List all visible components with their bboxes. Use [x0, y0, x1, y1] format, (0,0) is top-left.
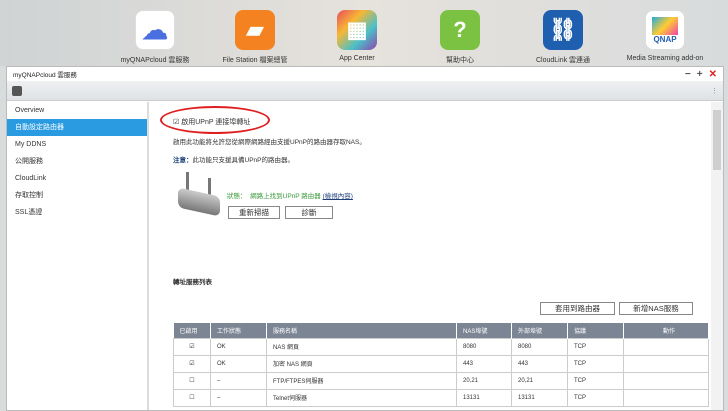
window-titlebar: myQNAPcloud 雲服務 − + ✕	[7, 67, 723, 81]
col-status: 工作狀態	[210, 323, 267, 338]
myqnapcloud-window: myQNAPcloud 雲服務 − + ✕ ⋮ Overview 自動設定路由器 M…	[6, 66, 724, 411]
close-icon[interactable]: ✕	[709, 69, 717, 80]
table-row: ☐ – Telnet伺服器 13131 13131 TCP	[173, 388, 709, 407]
forwarding-table: 已啟用 工作狀態 服務名稱 NAS埠號 外部埠號 協議 動作 ☑ OK NAS 網頁…	[173, 323, 709, 407]
sidebar-toggle-icon[interactable]	[12, 85, 22, 96]
nas-port-cell: 443	[456, 354, 512, 373]
cloud-icon: ☁	[135, 10, 175, 50]
toolbar: ⋮	[7, 81, 723, 101]
app-label: Media Streaming add-on	[626, 55, 704, 62]
app-cloudlink[interactable]: ⛓ CloudLink 雲連通	[513, 10, 613, 65]
nas-port-cell: 8080	[456, 337, 512, 356]
sidebar-item-cloudlink[interactable]: CloudLink	[7, 170, 147, 187]
enabled-checkbox[interactable]: ☐	[173, 388, 211, 407]
ext-port-cell: 8080	[511, 337, 568, 356]
more-icon[interactable]: ⋮	[711, 87, 718, 95]
sidebar-item-overview[interactable]: Overview	[7, 102, 147, 119]
sidebar-item-auto-router[interactable]: 自動設定路由器	[7, 119, 147, 136]
app-label: App Center	[339, 55, 375, 62]
add-nas-service-button[interactable]: 新增NAS服務	[619, 302, 693, 315]
col-protocol: 協議	[567, 323, 624, 338]
protocol-cell: TCP	[567, 371, 624, 390]
status-label: 狀態：	[227, 193, 247, 200]
description: 啟用此功能將允許您從網際網路經由支援UPnP的路由器存取NAS。	[173, 139, 366, 146]
upnp-checkbox[interactable]: ☑ 啟用UPnP 連接埠轉址	[173, 117, 250, 127]
table-header: 已啟用 工作狀態 服務名稱 NAS埠號 外部埠號 協議 動作	[173, 323, 709, 338]
app-help-center[interactable]: ? 幫助中心	[410, 10, 510, 65]
sidebar-item-public-services[interactable]: 公開服務	[7, 153, 147, 170]
protocol-cell: TCP	[567, 388, 624, 407]
sidebar: Overview 自動設定路由器 My DDNS 公開服務 CloudLink …	[7, 102, 149, 410]
sidebar-item-ssl[interactable]: SSL憑證	[7, 204, 147, 221]
status-text: 網路上找到UPnP 路由器	[250, 193, 321, 200]
app-label: File Station 檔案總管	[222, 57, 288, 64]
maximize-icon[interactable]: +	[697, 69, 703, 80]
table-row: ☑ OK 加密 NAS 網頁 443 443 TCP	[173, 354, 709, 373]
rescan-button[interactable]: 重新掃描	[228, 206, 280, 219]
note-label: 注意：	[173, 157, 193, 164]
action-cell[interactable]	[623, 388, 709, 407]
app-app-center[interactable]: ▦ App Center	[307, 10, 407, 62]
nas-port-cell: 20,21	[456, 371, 512, 390]
col-nas-port: NAS埠號	[456, 323, 512, 338]
apply-to-router-button[interactable]: 套用到路由器	[540, 302, 615, 315]
action-cell[interactable]	[623, 337, 709, 356]
col-service: 服務名稱	[266, 323, 457, 338]
link-icon: ⛓	[543, 10, 583, 50]
enabled-checkbox[interactable]: ☑	[173, 337, 211, 356]
upnp-label: 啟用UPnP 連接埠轉址	[181, 119, 251, 126]
router-icon	[176, 172, 222, 218]
service-name-cell: Telnet伺服器	[266, 388, 457, 407]
ext-port-cell: 13131	[511, 388, 568, 407]
status-cell: OK	[210, 337, 267, 356]
status-cell: OK	[210, 354, 267, 373]
app-label: 幫助中心	[446, 57, 474, 64]
ext-port-cell: 20,21	[511, 371, 568, 390]
service-name-cell: 加密 NAS 網頁	[266, 354, 457, 373]
scroll-thumb[interactable]	[713, 110, 721, 170]
details-link[interactable]: (檢視內容)	[323, 193, 353, 200]
diagnose-button[interactable]: 診斷	[285, 206, 333, 219]
nas-port-cell: 13131	[456, 388, 512, 407]
note-text: 此功能只支援具備UPnP的路由器。	[192, 157, 294, 164]
window-title: myQNAPcloud 雲服務	[13, 72, 77, 79]
col-ext-port: 外部埠號	[511, 323, 568, 338]
sidebar-item-access-control[interactable]: 存取控制	[7, 187, 147, 204]
note: 注意：此功能只支援具備UPnP的路由器。	[173, 154, 294, 164]
app-media-streaming[interactable]: QNAP Media Streaming add-on	[615, 10, 715, 62]
main-content: ☑ 啟用UPnP 連接埠轉址 啟用此功能將允許您從網際網路經由支援UPnP的路由…	[152, 102, 711, 410]
media-icon: QNAP	[645, 10, 685, 50]
enabled-checkbox[interactable]: ☑	[173, 354, 211, 373]
status: 狀態： 網路上找到UPnP 路由器 (檢視內容)	[227, 190, 353, 200]
app-label: CloudLink 雲連通	[535, 57, 591, 64]
table-row: ☑ OK NAS 網頁 8080 8080 TCP	[173, 337, 709, 356]
list-title: 轉址服務列表	[173, 279, 212, 286]
app-myqnapcloud[interactable]: ☁ myQNAPcloud 雲服務	[105, 10, 205, 65]
status-cell: –	[210, 388, 267, 407]
minimize-icon[interactable]: −	[685, 69, 691, 80]
help-icon: ?	[440, 10, 480, 50]
app-label: myQNAPcloud 雲服務	[120, 57, 190, 64]
protocol-cell: TCP	[567, 337, 624, 356]
ext-port-cell: 443	[511, 354, 568, 373]
grid-icon: ▦	[337, 10, 377, 50]
app-file-station[interactable]: ▰ File Station 檔案總管	[205, 10, 305, 65]
col-action: 動作	[623, 323, 709, 338]
service-name-cell: NAS 網頁	[266, 337, 457, 356]
table-row: ☐ – FTP/FTPES伺服器 20,21 20,21 TCP	[173, 371, 709, 390]
protocol-cell: TCP	[567, 354, 624, 373]
enabled-checkbox[interactable]: ☐	[173, 371, 211, 390]
scrollbar[interactable]	[711, 102, 723, 410]
col-enabled: 已啟用	[173, 323, 211, 338]
sidebar-item-ddns[interactable]: My DDNS	[7, 136, 147, 153]
action-cell[interactable]	[623, 354, 709, 373]
desktop: ☁ myQNAPcloud 雲服務 ▰ File Station 檔案總管 ▦ App…	[0, 0, 728, 66]
folder-icon: ▰	[235, 10, 275, 50]
action-cell[interactable]	[623, 371, 709, 390]
service-name-cell: FTP/FTPES伺服器	[266, 371, 457, 390]
status-cell: –	[210, 371, 267, 390]
